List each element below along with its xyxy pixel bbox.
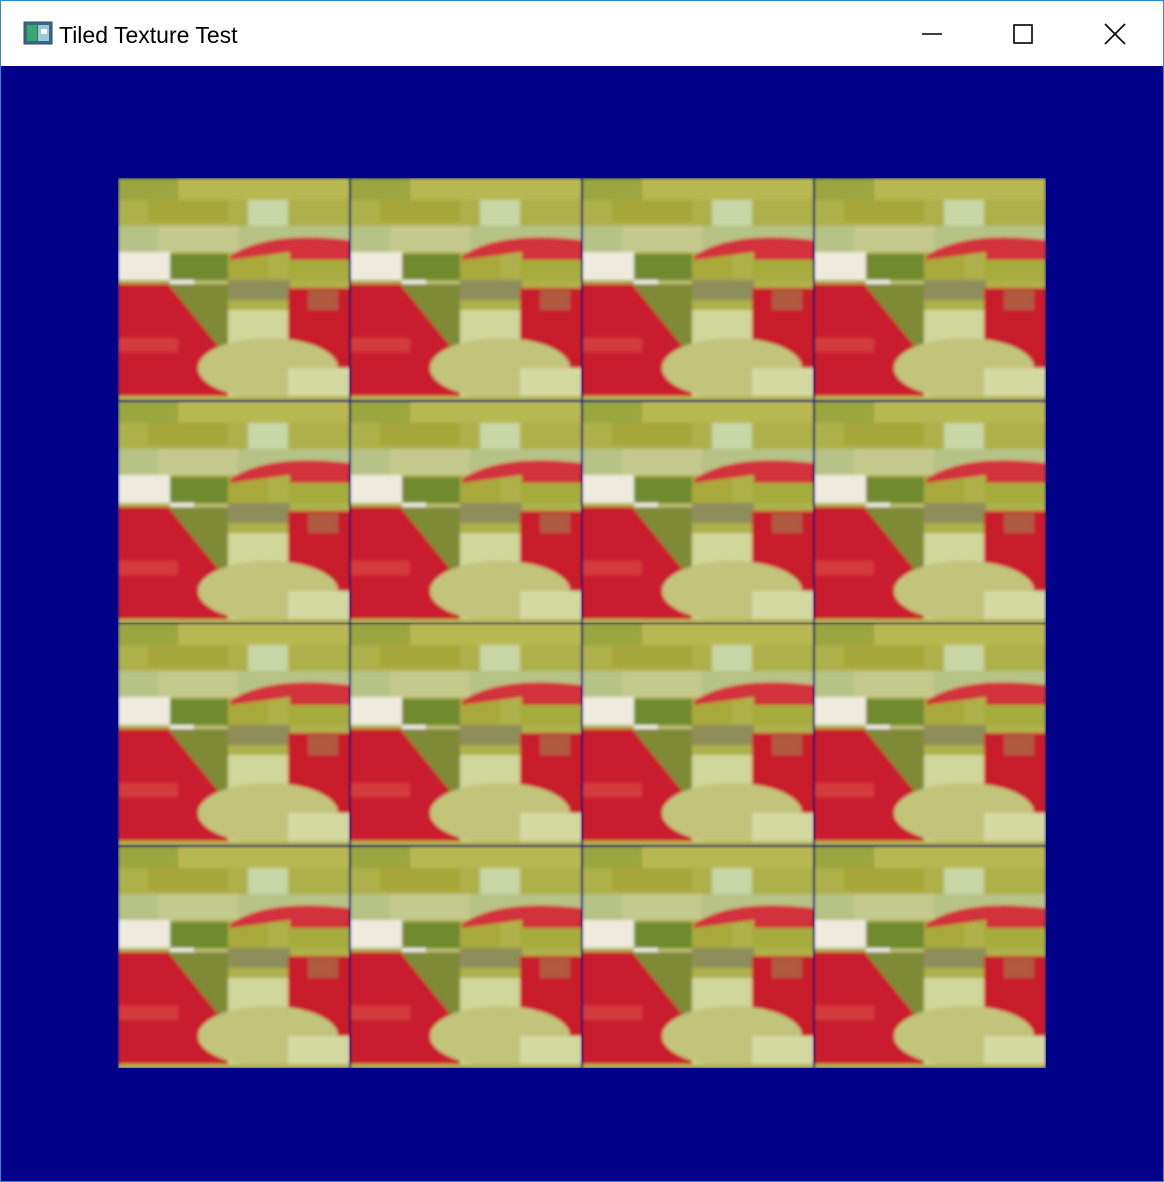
texture-tile: [814, 178, 1046, 401]
title-bar[interactable]: Tiled Texture Test: [1, 1, 1163, 66]
texture-tile: [350, 400, 582, 623]
render-viewport[interactable]: [1, 66, 1163, 1181]
close-icon: [1104, 22, 1126, 45]
app-window: Tiled Texture Test: [0, 0, 1164, 1182]
window-title: Tiled Texture Test: [59, 22, 238, 48]
texture-tile: [118, 400, 350, 623]
texture-tile: [350, 845, 582, 1068]
app-icon[interactable]: [23, 21, 53, 45]
texture-tile: [582, 845, 814, 1068]
texture-tile: [814, 400, 1046, 623]
texture-tile: [350, 178, 582, 401]
texture-tile: [582, 400, 814, 623]
texture-tile: [814, 623, 1046, 846]
texture-tile: [582, 178, 814, 401]
texture-tile: [118, 623, 350, 846]
minimize-icon: [922, 24, 942, 44]
texture-tile: [814, 845, 1046, 1068]
maximize-icon: [1013, 23, 1033, 44]
minimize-button[interactable]: [886, 1, 978, 66]
texture-tile: [118, 845, 350, 1068]
maximize-button[interactable]: [977, 1, 1069, 66]
tiled-texture-quad: [118, 178, 1046, 1068]
texture-tile: [118, 178, 350, 401]
texture-tile: [582, 623, 814, 846]
close-button[interactable]: [1069, 1, 1161, 66]
texture-tile: [350, 623, 582, 846]
